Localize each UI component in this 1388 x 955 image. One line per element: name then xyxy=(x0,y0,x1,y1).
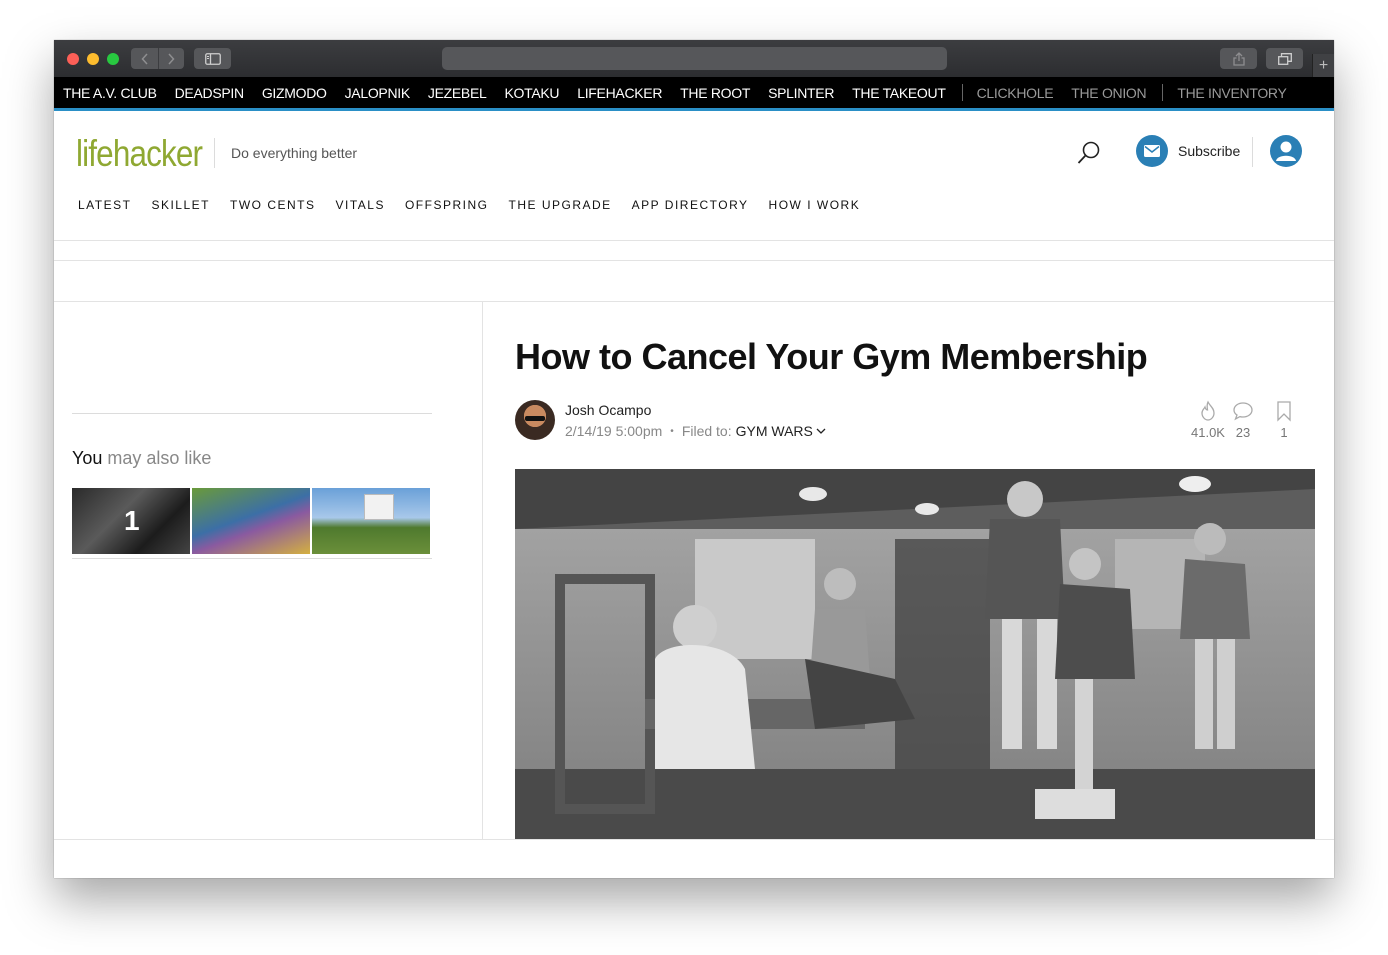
ad-band-bottom-rule xyxy=(54,301,1334,302)
address-bar[interactable] xyxy=(442,47,947,70)
recommendation-thumbnail-1[interactable]: 1 xyxy=(72,488,190,554)
show-tabs-button[interactable] xyxy=(1266,48,1303,69)
browser-window: + THE A.V. CLUB DEADSPIN GIZMODO JALOPNIK JE… xyxy=(54,40,1334,878)
maximize-window-button[interactable] xyxy=(107,53,119,65)
filed-to-label: Filed to: xyxy=(681,423,732,439)
network-link-the-inventory[interactable]: THE INVENTORY xyxy=(1177,85,1286,101)
share-icon xyxy=(1232,51,1245,66)
sidebar-toggle-button[interactable] xyxy=(194,48,231,69)
recommendation-thumbnail-3[interactable] xyxy=(312,488,430,554)
meta-separator: • xyxy=(670,425,674,437)
network-link-splinter[interactable]: SPLINTER xyxy=(768,85,834,101)
network-link-the-takeout[interactable]: THE TAKEOUT xyxy=(852,85,946,101)
comment-bubble-icon xyxy=(1233,402,1253,421)
subscribe-button[interactable]: Subscribe xyxy=(1136,135,1240,167)
close-window-button[interactable] xyxy=(67,53,79,65)
bookmarks-count: 1 xyxy=(1280,425,1288,440)
you-may-also-like-heading: You may also like xyxy=(72,448,211,469)
site-header: lifehacker Do everything better Subscrib… xyxy=(54,111,1334,241)
network-link-the-root[interactable]: THE ROOT xyxy=(680,85,750,101)
logo-divider xyxy=(214,138,215,168)
section-link-vitals[interactable]: VITALS xyxy=(336,198,385,212)
network-link-jezebel[interactable]: JEZEBEL xyxy=(428,85,487,101)
thumbnails-rule xyxy=(72,558,432,559)
sidebar-icon xyxy=(204,52,221,65)
filed-to-tag[interactable]: GYM WARS xyxy=(736,423,813,439)
back-button[interactable] xyxy=(132,48,158,69)
column-divider xyxy=(482,302,483,840)
publish-date[interactable]: 2/14/19 5:00pm xyxy=(565,423,662,439)
section-nav: LATEST SKILLET TWO CENTS VITALS OFFSPRING THE… xyxy=(78,198,880,212)
account-button[interactable] xyxy=(1270,135,1302,167)
you-label: You xyxy=(72,448,103,468)
thumbnail-rank-number: 1 xyxy=(124,505,140,536)
comments-stat[interactable]: 23 xyxy=(1232,400,1254,440)
forward-button[interactable] xyxy=(157,48,184,69)
footer-rule xyxy=(54,839,1334,840)
history-nav xyxy=(131,48,184,69)
bookmark-stat[interactable]: 1 xyxy=(1273,400,1295,440)
site-tagline: Do everything better xyxy=(231,145,358,161)
minimize-window-button[interactable] xyxy=(87,53,99,65)
user-icon xyxy=(1276,141,1296,161)
network-separator xyxy=(1162,84,1164,101)
network-link-lifehacker[interactable]: LIFEHACKER xyxy=(577,85,662,101)
network-link-deadspin[interactable]: DEADSPIN xyxy=(175,85,244,101)
search-button[interactable] xyxy=(1076,140,1102,166)
subscribe-label: Subscribe xyxy=(1178,143,1241,159)
may-also-like-label: may also like xyxy=(102,448,212,468)
share-button[interactable] xyxy=(1220,48,1257,69)
network-link-clickhole[interactable]: CLICKHOLE xyxy=(977,85,1054,101)
section-link-two-cents[interactable]: TWO CENTS xyxy=(230,198,316,212)
chevron-down-icon[interactable] xyxy=(816,428,826,435)
mail-icon xyxy=(1136,135,1168,167)
author-avatar[interactable] xyxy=(515,400,555,440)
logo-hacker: hacker xyxy=(112,133,203,174)
ad-band-top-rule xyxy=(54,260,1334,261)
logo-life: life xyxy=(76,133,114,174)
network-link-gizmodo[interactable]: GIZMODO xyxy=(262,85,327,101)
network-nav: THE A.V. CLUB DEADSPIN GIZMODO JALOPNIK JEZE… xyxy=(54,77,1334,108)
lifehacker-logo[interactable]: lifehacker xyxy=(76,133,203,175)
network-link-jalopnik[interactable]: JALOPNIK xyxy=(345,85,411,101)
article-title: How to Cancel Your Gym Membership xyxy=(515,336,1148,377)
header-divider xyxy=(1252,137,1253,167)
views-count: 41.0K xyxy=(1191,425,1225,440)
section-link-how-i-work[interactable]: HOW I WORK xyxy=(769,198,861,212)
sidebar-rule xyxy=(72,413,432,414)
views-stat: 41.0K xyxy=(1191,400,1225,440)
browser-titlebar: + xyxy=(54,40,1334,77)
network-link-the-a-v-club[interactable]: THE A.V. CLUB xyxy=(63,85,157,101)
section-link-offspring[interactable]: OFFSPRING xyxy=(405,198,489,212)
gym-photo-illustration xyxy=(515,469,1315,840)
section-link-the-upgrade[interactable]: THE UPGRADE xyxy=(508,198,611,212)
comments-count: 23 xyxy=(1235,425,1251,440)
chevron-left-icon xyxy=(140,52,148,65)
network-separator xyxy=(961,84,963,101)
recommendation-thumbnail-2[interactable] xyxy=(192,488,310,554)
section-link-latest[interactable]: LATEST xyxy=(78,198,131,212)
tabs-icon xyxy=(1277,52,1292,65)
search-icon xyxy=(1077,141,1100,164)
section-link-skillet[interactable]: SKILLET xyxy=(151,198,210,212)
section-link-app-directory[interactable]: APP DIRECTORY xyxy=(632,198,749,212)
recommendation-thumbnails: 1 xyxy=(72,488,432,554)
flame-icon xyxy=(1201,400,1215,421)
article-meta: 2/14/19 5:00pm • Filed to: GYM WARS xyxy=(565,423,826,439)
network-link-kotaku[interactable]: KOTAKU xyxy=(505,85,560,101)
author-name[interactable]: Josh Ocampo xyxy=(565,402,651,418)
sign-graphic xyxy=(364,494,394,520)
bookmark-icon xyxy=(1277,401,1291,422)
article-hero-image xyxy=(515,469,1315,840)
chevron-right-icon xyxy=(168,52,175,65)
new-tab-button[interactable]: + xyxy=(1312,54,1334,77)
network-link-the-onion[interactable]: THE ONION xyxy=(1071,85,1146,101)
